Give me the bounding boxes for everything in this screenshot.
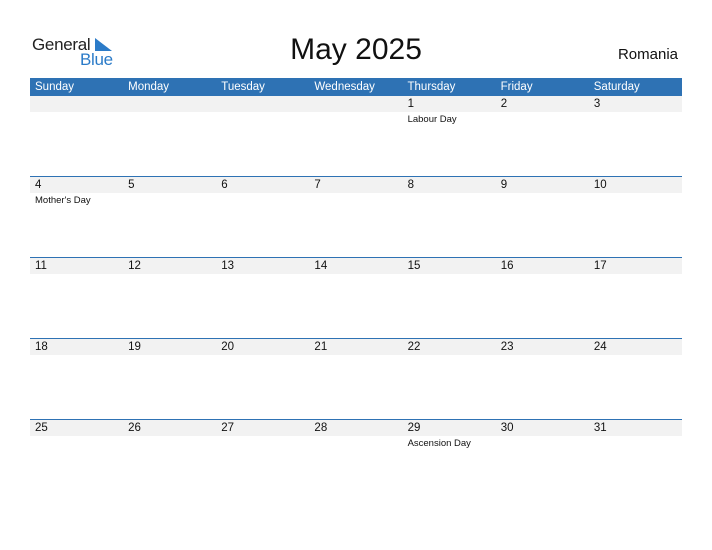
day-cell: 30 bbox=[496, 420, 589, 501]
day-cell: 22 bbox=[403, 339, 496, 420]
day-number: 25 bbox=[35, 422, 48, 434]
day-number: 22 bbox=[407, 341, 421, 353]
day-cell: 17 bbox=[589, 258, 682, 339]
day-cell: 7 bbox=[309, 177, 402, 258]
week-row: 1 Labour Day 2 3 bbox=[30, 96, 682, 177]
day-number: 11 bbox=[35, 260, 47, 272]
day-cell: 26 bbox=[123, 420, 216, 501]
day-cell: 18 bbox=[30, 339, 123, 420]
day-cell: 19 bbox=[123, 339, 216, 420]
day-cell: 25 bbox=[30, 420, 123, 501]
country-label: Romania bbox=[617, 46, 678, 63]
day-number: 9 bbox=[500, 179, 508, 191]
day-cell: 3 bbox=[589, 96, 682, 177]
day-number: 18 bbox=[35, 341, 48, 353]
day-number: 23 bbox=[500, 341, 514, 353]
day-number: 15 bbox=[407, 260, 421, 272]
day-number: 4 bbox=[35, 179, 42, 191]
day-cell: 4 Mother's Day bbox=[30, 177, 123, 258]
day-cell: 27 bbox=[216, 420, 309, 501]
day-cell bbox=[216, 96, 309, 177]
weekday-wednesday: Wednesday bbox=[314, 81, 375, 93]
day-number: 28 bbox=[314, 422, 328, 434]
day-number: 31 bbox=[593, 422, 607, 434]
day-number: 19 bbox=[128, 341, 141, 353]
day-cell: 31 bbox=[589, 420, 682, 501]
day-cell: 13 bbox=[216, 258, 309, 339]
holiday-label: Ascension Day bbox=[407, 438, 471, 449]
day-cell: 16 bbox=[496, 258, 589, 339]
weekday-saturday: Saturday bbox=[593, 81, 640, 93]
day-cell: 8 bbox=[403, 177, 496, 258]
week-row: 11 12 13 14 15 16 17 bbox=[30, 257, 682, 339]
day-number: 7 bbox=[314, 179, 321, 191]
day-cell: 15 bbox=[403, 258, 496, 339]
weekday-tuesday: Tuesday bbox=[221, 81, 265, 93]
day-number: 29 bbox=[407, 422, 421, 434]
day-cell: 11 bbox=[30, 258, 123, 339]
holiday-label: Labour Day bbox=[407, 114, 457, 125]
day-cell: 20 bbox=[216, 339, 309, 420]
day-cell: 6 bbox=[216, 177, 309, 258]
day-number: 12 bbox=[128, 260, 141, 272]
day-number: 8 bbox=[407, 179, 414, 191]
day-number: 27 bbox=[221, 422, 235, 434]
day-cell bbox=[123, 96, 216, 177]
week-row: 25 26 27 28 29 Ascension Day 30 31 bbox=[30, 419, 682, 501]
day-cell: 2 bbox=[496, 96, 589, 177]
day-cell: 12 bbox=[123, 258, 216, 339]
day-number: 16 bbox=[500, 260, 514, 272]
day-cell: 10 bbox=[589, 177, 682, 258]
day-cell: 24 bbox=[589, 339, 682, 420]
weekday-thursday: Thursday bbox=[407, 81, 456, 93]
week-row: 4 Mother's Day 5 6 7 8 9 10 bbox=[30, 176, 682, 258]
weekday-sunday: Sunday bbox=[35, 81, 75, 93]
day-number: 24 bbox=[593, 341, 607, 353]
week-row: 18 19 20 21 22 23 24 bbox=[30, 338, 682, 420]
day-number: 1 bbox=[407, 98, 414, 110]
day-cell: 9 bbox=[496, 177, 589, 258]
day-cell: 5 bbox=[123, 177, 216, 258]
day-cell: 14 bbox=[309, 258, 402, 339]
holiday-label: Mother's Day bbox=[35, 195, 91, 206]
day-number: 30 bbox=[500, 422, 514, 434]
day-number: 21 bbox=[314, 341, 328, 353]
day-cell bbox=[309, 96, 402, 177]
day-number: 14 bbox=[314, 260, 328, 272]
weekday-friday: Friday bbox=[500, 81, 533, 93]
day-number: 20 bbox=[221, 341, 235, 353]
calendar-title: May 2025 bbox=[290, 33, 422, 66]
weekday-header: Sunday Monday Tuesday Wednesday Thursday… bbox=[30, 78, 682, 96]
day-number: 10 bbox=[593, 179, 607, 191]
day-number: 6 bbox=[221, 179, 228, 191]
day-cell bbox=[30, 96, 123, 177]
day-number: 2 bbox=[500, 98, 508, 110]
day-cell: 1 Labour Day bbox=[403, 96, 496, 177]
day-number: 3 bbox=[593, 98, 601, 110]
day-number: 17 bbox=[593, 260, 607, 272]
weekday-monday: Monday bbox=[128, 81, 170, 93]
day-cell: 29 Ascension Day bbox=[403, 420, 496, 501]
day-number: 13 bbox=[221, 260, 235, 272]
day-cell: 23 bbox=[496, 339, 589, 420]
day-number: 5 bbox=[128, 179, 135, 191]
day-number: 26 bbox=[128, 422, 141, 434]
day-cell: 21 bbox=[309, 339, 402, 420]
day-cell: 28 bbox=[309, 420, 402, 501]
